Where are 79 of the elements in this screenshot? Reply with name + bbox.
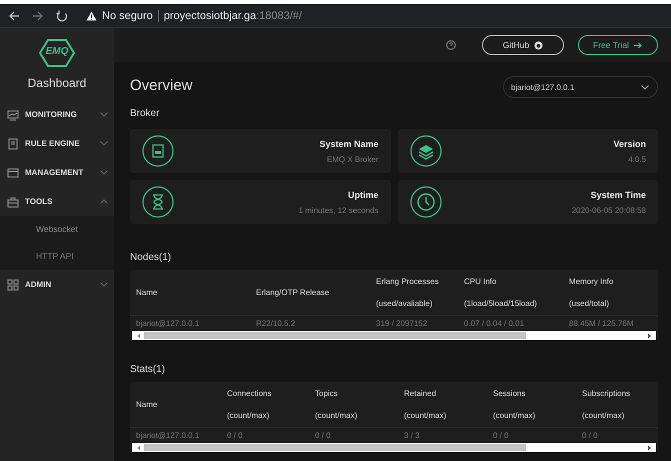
column-header: CPU Info	[464, 276, 496, 286]
menu-item[interactable]: MONITORING	[0, 100, 114, 129]
horizontal-scrollbar[interactable]	[132, 443, 656, 452]
help-icon[interactable]	[446, 40, 456, 50]
menu-item[interactable]: ADMIN	[0, 270, 114, 299]
reload-icon[interactable]	[56, 10, 68, 22]
submenu-item[interactable]: Websocket	[0, 216, 114, 243]
hexagon-logo-icon	[38, 38, 76, 68]
github-button[interactable]: GitHub	[482, 35, 564, 55]
scroll-left-icon	[136, 444, 141, 450]
section-title: Stats(1)	[130, 364, 166, 375]
table-cell: R22/10.5.2	[256, 319, 296, 328]
table-cell: 0 / 0	[227, 431, 243, 440]
column-header: Erlang/OTP Release	[256, 288, 330, 297]
card-label: System Time	[590, 190, 646, 200]
scroll-left-icon	[136, 332, 141, 338]
app-title: Dashboard	[26, 76, 88, 90]
page-title: Overview	[130, 76, 193, 94]
card-value: 1 minutes, 12 seconds	[298, 206, 378, 214]
column-header: (count/max)	[315, 411, 358, 420]
warning-icon	[86, 10, 97, 20]
url-text: proyectosiotbjar.ga:18083/#/	[164, 10, 302, 22]
column-header: (used/avaliable)	[376, 299, 432, 308]
card-label: System Name	[319, 138, 378, 148]
column-header: Connections	[227, 388, 272, 398]
card-label: Version	[613, 138, 646, 148]
menu-item[interactable]: MANAGEMENT	[0, 158, 114, 187]
clock-icon	[410, 186, 442, 218]
card-value: 4.0.5	[627, 154, 646, 164]
forward-icon[interactable]	[32, 10, 44, 22]
card-value: 2020-06-05 20:08:58	[572, 206, 646, 214]
table-cell: 3 / 3	[404, 431, 420, 440]
window-icon	[7, 166, 19, 178]
table-cell: 0 / 0	[315, 431, 331, 440]
scroll-right-icon	[647, 444, 652, 450]
horizontal-scrollbar[interactable]	[132, 331, 656, 340]
column-header: (count/max)	[227, 411, 270, 420]
table-cell: 0 / 0	[493, 431, 509, 440]
column-header: Subscriptions	[582, 388, 630, 398]
node-select[interactable]: bjariot@127.0.0.1	[503, 76, 658, 98]
chevron-down-icon	[641, 84, 649, 90]
layers-icon	[410, 135, 442, 167]
table-cell: 0.07 / 0.04 / 0.01	[464, 319, 524, 328]
free-trial-button[interactable]: Free Trial	[578, 35, 658, 55]
document-icon	[7, 138, 19, 150]
arrow-right-icon	[634, 42, 643, 48]
logo-text: EMQ	[44, 46, 70, 57]
table-cell: 319 / 2097152	[376, 319, 428, 328]
submenu-item[interactable]: HTTP API	[0, 243, 114, 270]
hourglass-icon	[142, 186, 174, 218]
monitor-icon	[7, 108, 19, 120]
menu-item[interactable]: TOOLS	[0, 187, 114, 216]
table-cell: bjariot@127.0.0.1	[136, 319, 200, 328]
column-header: Retained	[404, 388, 436, 398]
column-header: Memory Info	[569, 276, 614, 286]
section-title: Nodes(1)	[130, 252, 172, 263]
table-cell: 0 / 0	[582, 431, 598, 440]
column-header: (1load/5load/15load)	[464, 299, 537, 308]
section-title: Broker	[130, 108, 160, 119]
column-header: Name	[136, 288, 158, 297]
column-header: (count/max)	[582, 411, 624, 420]
security-label: No seguro	[102, 10, 153, 22]
menu-item[interactable]: RULE ENGINE	[0, 129, 114, 158]
table-cell: bjariot@127.0.0.1	[136, 431, 200, 440]
back-icon[interactable]	[8, 10, 20, 22]
column-header: (count/max)	[404, 411, 446, 420]
briefcase-icon	[7, 196, 19, 208]
file-icon	[142, 135, 174, 167]
card-label: Uptime	[346, 190, 378, 200]
scroll-right-icon	[647, 332, 652, 338]
column-header: Topics	[315, 388, 338, 398]
column-header: Erlang Processes	[376, 276, 439, 286]
column-header: Sessions	[493, 388, 526, 398]
table-cell: 88.45M / 125.76M	[569, 319, 634, 328]
column-header: (used/total)	[569, 299, 610, 308]
grid-icon	[7, 278, 19, 290]
column-header: (count/max)	[493, 411, 536, 420]
column-header: Name	[136, 400, 158, 409]
card-value: EMQ X Broker	[326, 154, 378, 164]
